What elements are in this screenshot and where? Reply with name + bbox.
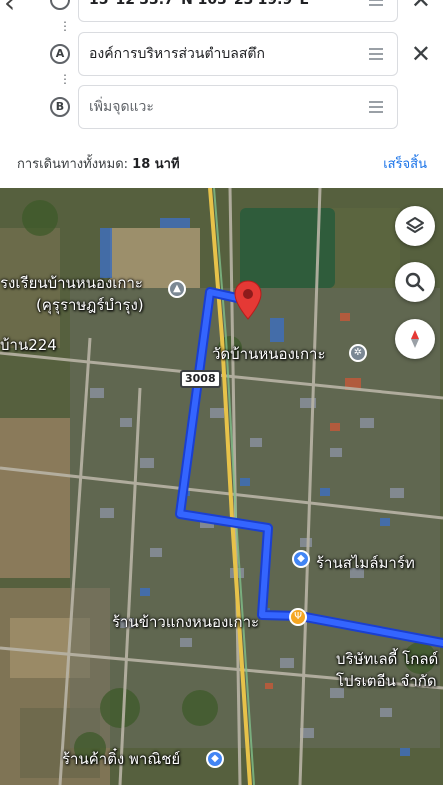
pond [240,208,335,288]
directions-panel: ‹ 15°12'33.7"N 103°23'19.9"E ✕ ⋮ A องค์ก… [0,0,443,188]
remove-origin-close-icon[interactable]: ✕ [411,0,431,12]
done-button[interactable]: เสร็จสิ้น [383,153,427,174]
layers-icon [406,217,424,233]
school-label-secondary[interactable]: (คุรุราษฎร์บำรุง) [36,296,144,314]
house-label[interactable]: บ้าน224 [0,336,57,354]
search-icon [405,272,425,292]
shop-bag-icon[interactable]: ◆ [206,750,224,768]
origin-text: 15°12'33.7"N 103°23'19.9"E [89,0,310,8]
road-number-badge: 3008 [180,370,221,388]
add-stop-field[interactable]: เพิ่มจุดแวะ [78,85,398,129]
drag-handle-icon[interactable] [369,0,383,6]
shopping-bag-icon[interactable]: ◆ [292,550,310,568]
layers-button[interactable] [395,206,435,246]
trip-summary-label: การเดินทางทั้งหมด: [17,157,133,172]
restaurant-label[interactable]: ร้านข้าวแกงหนองเกาะ [112,613,259,631]
marker-b-icon: B [50,97,70,117]
add-stop-placeholder: เพิ่มจุดแวะ [89,99,154,115]
destination-field[interactable]: องค์การบริหารส่วนตำบลสตึก [78,32,398,76]
satellite-map[interactable]: รงเรียนบ้านหนองเกาะ (คุรุราษฎร์บำรุง) ▲ … [0,188,443,785]
company-label[interactable]: บริษัทเลดี้ โกลด์ [336,650,438,668]
drag-handle-icon[interactable] [369,101,383,113]
add-stop-row: B เพิ่มจุดแวะ [0,85,443,129]
temple-label[interactable]: วัดบ้านหนองเกาะ [212,345,326,363]
shop-label[interactable]: ร้านค้าติ๋ง พาณิชย์ [62,750,180,768]
drag-handle-icon[interactable] [369,48,383,60]
trip-summary: การเดินทางทั้งหมด: 18 นาที [17,153,180,174]
destination-pin-icon[interactable] [234,280,262,320]
restaurant-fork-knife-icon[interactable]: Ψ [289,608,307,626]
school-icon[interactable]: ▲ [168,280,186,298]
remove-destination-close-icon[interactable]: ✕ [411,42,431,66]
compass-button[interactable] [395,319,435,359]
destination-row: A องค์การบริหารส่วนตำบลสตึก ✕ [0,32,443,76]
connector-dots: ⋮ [59,72,71,86]
search-button[interactable] [395,262,435,302]
smile-mart-label[interactable]: ร้านสไมล์มาร์ท [316,554,415,572]
marker-a-icon: A [50,44,70,64]
connector-dots: ⋮ [59,19,71,33]
company-label-secondary[interactable]: โปรเตอีน จำกัด [336,672,437,690]
origin-field[interactable]: 15°12'33.7"N 103°23'19.9"E [78,0,398,22]
destination-text: องค์การบริหารส่วนตำบลสตึก [89,46,265,62]
origin-marker-icon [50,0,70,10]
school-label[interactable]: รงเรียนบ้านหนองเกาะ [0,274,143,292]
compass-icon [411,330,419,348]
temple-icon[interactable]: ✲ [349,344,367,362]
trip-duration: 18 นาที [132,157,180,172]
